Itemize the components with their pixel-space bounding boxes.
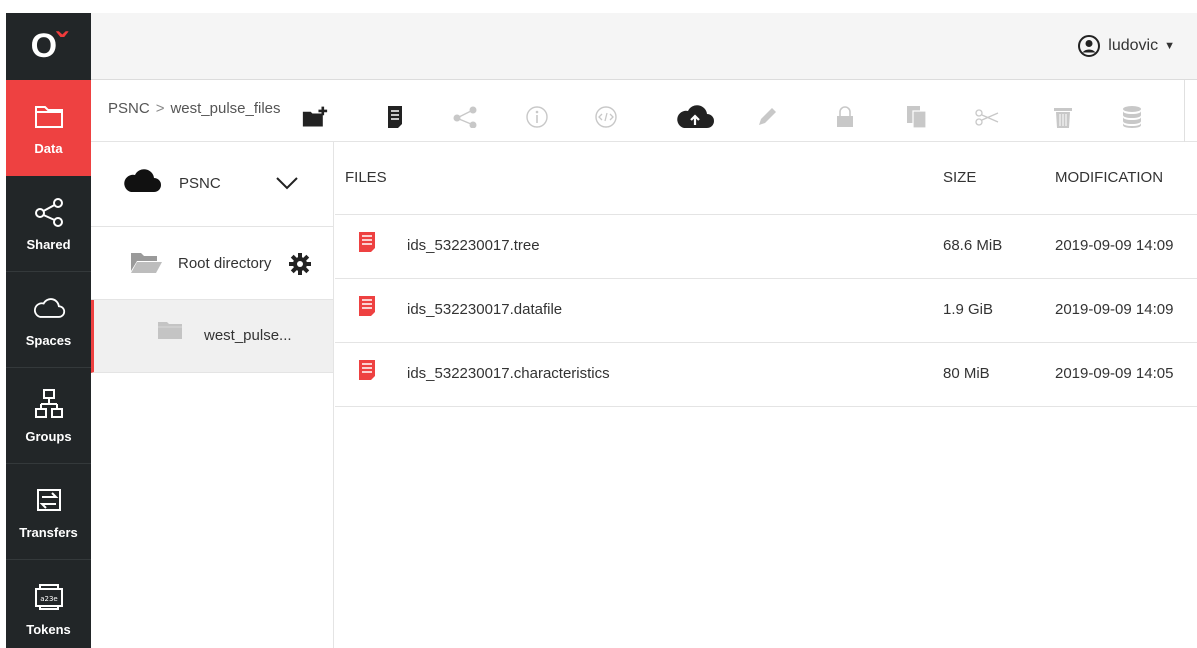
data-distribution-button[interactable] [1119,104,1145,130]
column-header-modification[interactable]: MODIFICATION [1055,169,1163,186]
file-icon [359,296,375,316]
user-avatar-icon [1078,35,1101,57]
trash-icon [1054,108,1072,128]
cloud-icon [124,169,161,192]
sidebar-item-transfers[interactable]: Transfers [6,464,91,560]
rename-button[interactable] [754,104,780,130]
column-header-files[interactable]: FILES [345,169,387,186]
table-row[interactable]: ids_532230017.characteristics 80 MiB 201… [335,343,1197,407]
file-size: 1.9 GiB [943,301,994,318]
new-directory-icon [302,106,328,127]
column-header-size[interactable]: SIZE [943,169,976,186]
sidebar-item-label: Groups [25,429,72,444]
toolbar: PSNC > west_pulse_files [91,80,1197,142]
file-modified: 2019-09-09 14:09 [1055,301,1174,318]
permissions-icon [837,106,853,127]
folder-open-icon [131,253,162,273]
new-directory-button[interactable] [302,104,328,130]
sidebar-item-data[interactable]: Data [6,80,91,176]
caret-down-icon: ▼ [1164,40,1175,52]
tree-item-label: Root directory [178,255,272,272]
cloud-icon [33,298,65,318]
space-selector[interactable]: PSNC [91,142,333,227]
sidebar-nav: Oˇ Data Shared Spaces Groups Transfers a… [6,13,91,648]
new-file-button[interactable] [382,104,408,130]
breadcrumb-root[interactable]: PSNC [108,100,150,117]
file-name: ids_532230017.datafile [407,301,563,318]
tree-item-west-pulse[interactable]: west_pulse... [91,300,333,373]
table-header: FILES SIZE MODIFICATION [335,142,1197,215]
user-menu[interactable]: ludovic ▼ [1078,35,1175,57]
sidebar: Oˇ Data Shared Spaces Groups Transfers a… [0,0,91,648]
file-name: ids_532230017.characteristics [407,365,610,382]
groups-icon [34,389,63,418]
tree-item-label: west_pulse... [204,327,292,344]
copy-icon [907,106,927,129]
file-icon [359,232,375,252]
toolbar-divider [1184,80,1185,142]
breadcrumb-current[interactable]: west_pulse_files [170,100,280,117]
top-bar: ludovic ▼ [91,13,1197,80]
file-name: ids_532230017.tree [407,237,540,254]
folder-icon [34,106,63,128]
share-icon [453,106,477,128]
breadcrumb: PSNC > west_pulse_files [108,100,281,117]
token-icon: a23e [34,583,63,610]
sidebar-item-tokens[interactable]: a23e Tokens [6,560,91,648]
sidebar-item-label: Spaces [25,333,72,348]
copy-button[interactable] [904,104,930,130]
info-button[interactable] [524,104,550,130]
folder-icon [158,322,182,339]
logo-text: O [30,27,57,65]
user-name: ludovic [1108,37,1159,54]
space-name: PSNC [179,175,221,192]
rename-icon [759,108,776,125]
logo-bracket-icon: ˇ [56,27,67,65]
transfers-icon [36,489,61,511]
file-modified: 2019-09-09 14:09 [1055,237,1174,254]
chevron-down-icon [276,177,298,190]
metadata-button[interactable] [593,104,619,130]
sidebar-item-label: Data [34,141,63,156]
table-row[interactable]: ids_532230017.tree 68.6 MiB 2019-09-09 1… [335,215,1197,279]
delete-button[interactable] [1050,104,1076,130]
app-logo[interactable]: Oˇ [6,13,91,80]
directory-tree: PSNC Root directory west_pulse... [91,142,334,648]
table-row[interactable]: ids_532230017.datafile 1.9 GiB 2019-09-0… [335,279,1197,343]
share-icon [34,198,63,227]
sidebar-item-groups[interactable]: Groups [6,368,91,464]
gear-icon[interactable] [289,253,311,275]
new-file-icon [388,106,402,128]
logo-mark: Oˇ [30,27,68,66]
metadata-icon [595,106,617,128]
upload-icon [677,105,714,128]
cut-icon [975,109,999,126]
file-modified: 2019-09-09 14:05 [1055,365,1174,382]
sidebar-item-label: Tokens [26,621,71,637]
breadcrumb-separator: > [155,100,165,117]
info-icon [526,106,548,128]
sidebar-item-label: Transfers [19,525,78,540]
sidebar-item-spaces[interactable]: Spaces [6,272,91,368]
permissions-button[interactable] [832,104,858,130]
database-icon [1123,106,1141,128]
upload-button[interactable] [676,104,714,130]
file-size: 68.6 MiB [943,237,1003,254]
cut-button[interactable] [974,104,1000,130]
token-icon-text: a23e [40,595,58,603]
sidebar-item-shared[interactable]: Shared [6,176,91,272]
file-table: FILES SIZE MODIFICATION ids_532230017.tr… [335,142,1197,407]
file-size: 80 MiB [943,365,990,382]
file-icon [359,360,375,380]
share-button[interactable] [452,104,478,130]
sidebar-item-label: Shared [26,237,71,252]
tree-item-root[interactable]: Root directory [91,227,333,300]
